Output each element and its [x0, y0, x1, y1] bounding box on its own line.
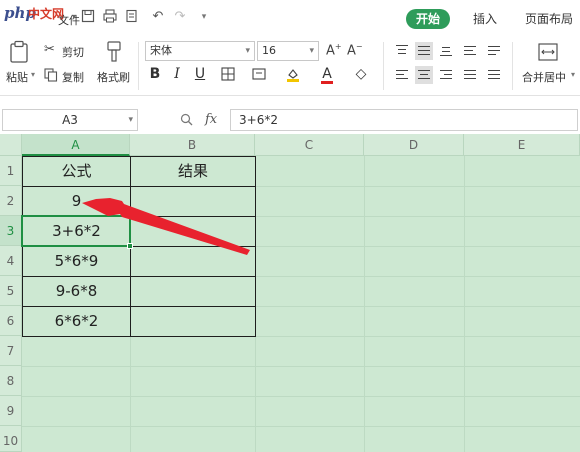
- paste-button[interactable]: 粘贴: [6, 69, 28, 85]
- worksheet-grid[interactable]: A B C D E 1 2 3 4 5 6 7 8 9 10 公式 结果 9 3…: [0, 134, 580, 452]
- tab-page-layout[interactable]: 页面布局: [521, 9, 577, 29]
- cut-icon[interactable]: ✂: [44, 42, 55, 57]
- tab-home[interactable]: 开始: [406, 9, 450, 29]
- increase-font-icon[interactable]: A+: [326, 42, 342, 58]
- merge-center-icon[interactable]: [538, 42, 558, 62]
- clear-format-icon[interactable]: ◇: [352, 64, 370, 84]
- quick-access-more-icon[interactable]: ▾: [196, 9, 212, 25]
- font-size-value: 16: [262, 44, 276, 57]
- title-bar: php 中文网 文件 ▾ ↶ ↷ ▾ 开始 插入 页面布局: [0, 0, 580, 36]
- merge-center-button[interactable]: 合并居中: [522, 69, 566, 85]
- font-color-icon[interactable]: A: [318, 64, 336, 84]
- copy-icon[interactable]: [44, 68, 58, 82]
- formula-bar: A3 ▾ fx 3+6*2: [0, 104, 580, 134]
- copy-button[interactable]: 复制: [62, 69, 84, 85]
- underline-icon[interactable]: U: [191, 64, 209, 84]
- format-painter-icon[interactable]: [104, 40, 124, 64]
- ribbon-divider: [383, 42, 384, 90]
- paste-icon[interactable]: [8, 40, 30, 64]
- ribbon-toolbar: 粘贴 ▾ ✂ 剪切 复制 格式刷 宋体 ▾ 16 ▾ A+ A− B I U A…: [0, 36, 580, 96]
- format-painter-button[interactable]: 格式刷: [97, 69, 130, 85]
- justify-icon[interactable]: [461, 66, 479, 84]
- undo-icon[interactable]: ↶: [150, 9, 166, 25]
- decrease-font-icon[interactable]: A−: [347, 42, 363, 58]
- tab-insert[interactable]: 插入: [467, 9, 503, 29]
- redo-icon[interactable]: ↷: [172, 9, 188, 25]
- name-box-caret-icon: ▾: [128, 115, 133, 125]
- font-size-select[interactable]: 16 ▾: [257, 41, 319, 61]
- cell-format-icon[interactable]: [250, 64, 268, 84]
- borders-icon[interactable]: [219, 64, 237, 84]
- ribbon-divider: [512, 42, 513, 90]
- annotation-arrow-shape: [82, 198, 250, 255]
- file-menu-caret-icon[interactable]: ▾: [72, 12, 76, 21]
- align-right-icon[interactable]: [437, 66, 455, 84]
- save-icon[interactable]: [80, 9, 96, 25]
- ribbon-divider: [138, 42, 139, 90]
- print-icon[interactable]: [102, 9, 118, 25]
- wrap-text-icon[interactable]: [461, 42, 479, 60]
- font-name-select[interactable]: 宋体 ▾: [145, 41, 255, 61]
- name-box[interactable]: A3 ▾: [2, 109, 138, 131]
- bold-icon[interactable]: B: [146, 64, 164, 84]
- fill-color-icon[interactable]: [284, 64, 302, 84]
- distributed-icon[interactable]: [485, 66, 503, 84]
- align-middle-icon[interactable]: [415, 42, 433, 60]
- align-center-icon[interactable]: [415, 66, 433, 84]
- align-top-icon[interactable]: [393, 42, 411, 60]
- align-bottom-icon[interactable]: [437, 42, 455, 60]
- italic-icon[interactable]: I: [168, 64, 186, 84]
- align-left-icon[interactable]: [393, 66, 411, 84]
- fx-icon[interactable]: fx: [205, 112, 217, 127]
- annotation-arrow: [82, 198, 250, 255]
- file-menu[interactable]: 文件: [58, 12, 80, 28]
- print-preview-icon[interactable]: [124, 9, 140, 25]
- merge-center-caret-icon[interactable]: ▾: [571, 70, 575, 79]
- spreadsheet-app: php 中文网 文件 ▾ ↶ ↷ ▾ 开始 插入 页面布局 粘贴 ▾ ✂ 剪切: [0, 0, 580, 452]
- font-name-value: 宋体: [150, 44, 172, 57]
- font-size-caret-icon: ▾: [309, 46, 314, 56]
- search-zoom-icon[interactable]: [180, 113, 193, 130]
- paste-caret-icon[interactable]: ▾: [31, 70, 35, 79]
- font-name-caret-icon: ▾: [245, 46, 250, 56]
- name-box-value: A3: [62, 113, 78, 127]
- formula-input[interactable]: 3+6*2: [230, 109, 578, 131]
- orientation-icon[interactable]: [485, 42, 503, 60]
- cut-button[interactable]: 剪切: [62, 44, 84, 60]
